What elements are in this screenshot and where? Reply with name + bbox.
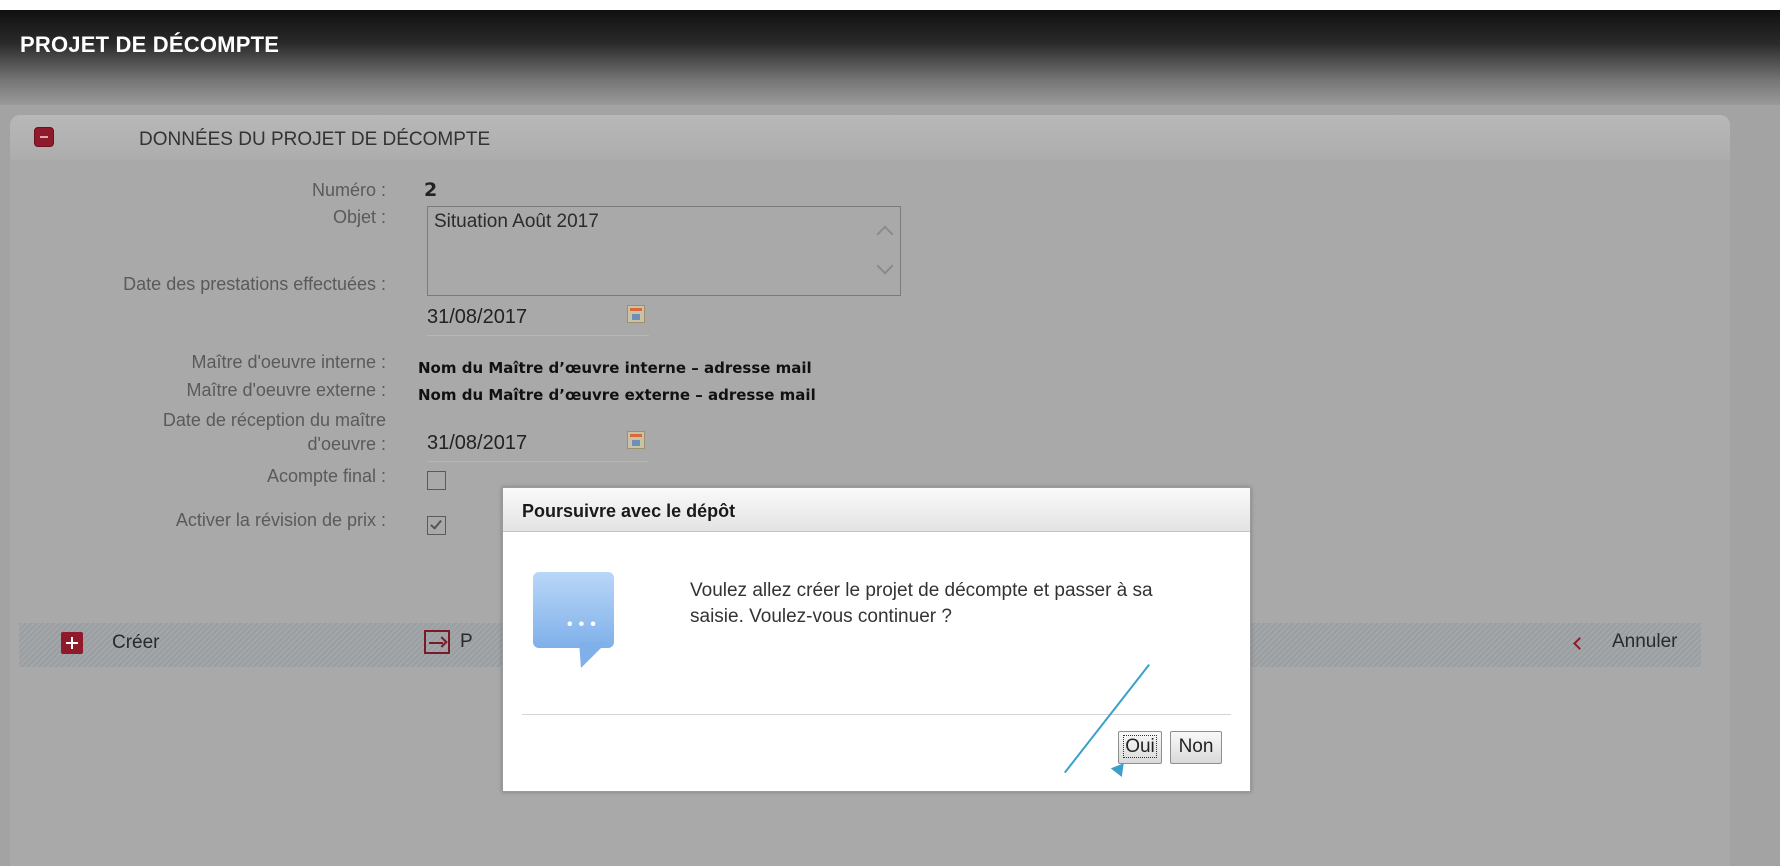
ellipsis-icon: •••: [567, 616, 602, 633]
section-title: DONNÉES DU PROJET DE DÉCOMPTE: [139, 129, 491, 150]
revision-prix-label: Activer la révision de prix :: [175, 510, 386, 530]
date-reception-input[interactable]: 31/08/2017: [427, 424, 649, 462]
date-reception-label-line1: Date de réception du maître: [162, 410, 386, 430]
moe-externe-value: Nom du Maître d’œuvre externe – adresse …: [418, 386, 816, 404]
cancel-button[interactable]: Annuler: [1571, 631, 1701, 661]
objet-value: Situation Août 2017: [434, 211, 599, 232]
plus-icon: [61, 632, 83, 654]
screen: PROJET DE DÉCOMPTE DONNÉES DU PROJET DE …: [0, 0, 1780, 866]
speech-bubble-icon: [533, 572, 614, 648]
chevron-left-icon: [1573, 637, 1586, 650]
revision-prix-checkbox[interactable]: [427, 516, 446, 535]
acompte-final-checkbox[interactable]: [427, 471, 446, 490]
moe-interne-label: Maître d'oeuvre interne :: [191, 352, 386, 372]
date-prestations-input[interactable]: 31/08/2017: [427, 298, 649, 336]
moe-interne-value: Nom du Maître d’œuvre interne – adresse …: [418, 359, 812, 377]
date-prestations-label: Date des prestations effectuées :: [123, 274, 386, 294]
no-button[interactable]: Non: [1170, 731, 1222, 764]
create-label: Créer: [112, 632, 160, 653]
no-label: Non: [1178, 736, 1214, 757]
checkmark-icon: [430, 517, 442, 530]
moe-externe-label: Maître d'oeuvre externe :: [186, 380, 386, 400]
dialog-message: Voulez allez créer le projet de décompte…: [690, 580, 1153, 627]
enter-icon: [424, 630, 450, 654]
date-reception-value: 31/08/2017: [427, 432, 528, 454]
acompte-final-label: Acompte final :: [266, 466, 386, 486]
date-reception-label-line2: d'oeuvre :: [307, 434, 387, 454]
numero-label: Numéro :: [311, 180, 386, 200]
yes-button[interactable]: Oui: [1118, 731, 1162, 764]
calendar-icon[interactable]: [627, 431, 645, 449]
objet-label: Objet :: [332, 207, 386, 227]
objet-textarea[interactable]: Situation Août 2017: [427, 206, 901, 296]
page-title: PROJET DE DÉCOMPTE: [20, 32, 280, 57]
numero-value: 2: [424, 179, 438, 201]
create-button[interactable]: Créer: [61, 631, 181, 661]
date-prestations-value: 31/08/2017: [427, 306, 528, 328]
calendar-icon[interactable]: [627, 305, 645, 323]
proceed-label: P: [460, 631, 473, 652]
confirm-dialog: Poursuivre avec le dépôt ••• Voulez alle…: [502, 487, 1251, 792]
top-banner: PROJET DE DÉCOMPTE: [0, 10, 1780, 105]
dialog-header[interactable]: Poursuivre avec le dépôt: [503, 488, 1250, 532]
collapse-section-button[interactable]: [34, 127, 54, 147]
yes-label: Oui: [1123, 735, 1157, 758]
dialog-divider: [522, 714, 1231, 715]
cancel-label: Annuler: [1612, 631, 1678, 652]
dialog-title: Poursuivre avec le dépôt: [522, 501, 736, 521]
